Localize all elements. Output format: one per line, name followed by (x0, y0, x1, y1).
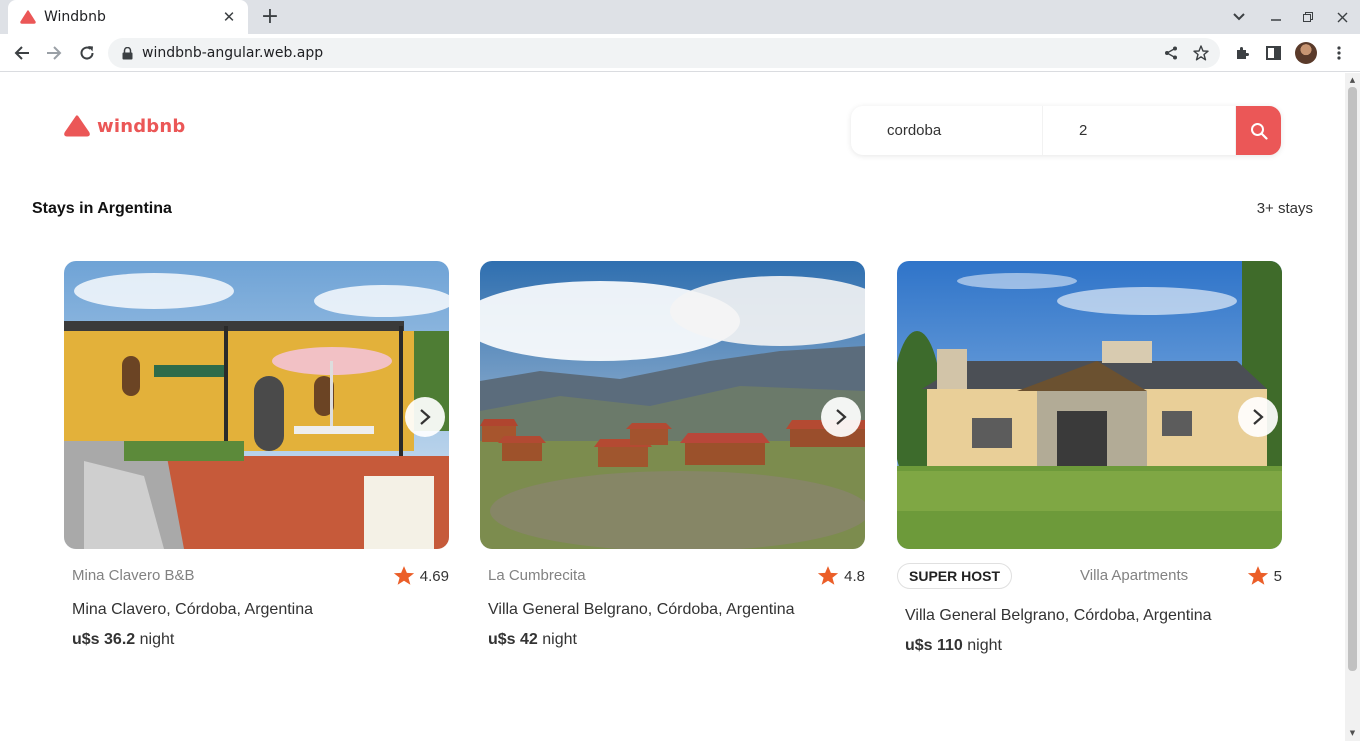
chevron-right-icon (836, 409, 847, 425)
logo-icon (64, 115, 90, 137)
stay-address: Mina Clavero, Córdoba, Argentina (72, 601, 314, 618)
stay-name: Villa Apartments (1080, 567, 1189, 584)
price-unit: night (542, 631, 577, 648)
stay-name: La Cumbrecita (488, 567, 586, 584)
minimize-icon[interactable] (1265, 6, 1287, 28)
search-bar: cordoba 2 (851, 106, 1281, 155)
stay-photo[interactable] (897, 261, 1282, 549)
new-tab-icon[interactable]: + (258, 5, 282, 29)
windbnb-favicon-icon (20, 9, 36, 25)
star-icon (393, 566, 414, 585)
stay-rating: 4.8 (817, 565, 865, 587)
star-icon (1247, 566, 1268, 585)
search-button[interactable] (1236, 106, 1281, 155)
browser-toolbar: windbnb-angular.web.app (0, 34, 1360, 72)
close-window-icon[interactable] (1331, 6, 1353, 28)
price-value: u$s 42 (488, 631, 538, 648)
reload-icon[interactable] (75, 41, 99, 65)
page: windbnb cordoba 2 Stays in Argentina 3+ … (0, 73, 1345, 741)
stay-photo-image (64, 261, 449, 549)
logo-text: windbnb (97, 115, 186, 137)
menu-kebab-icon[interactable] (1328, 42, 1350, 64)
restore-icon[interactable] (1297, 6, 1319, 28)
chevron-right-icon (420, 409, 431, 425)
bookmark-star-icon[interactable] (1190, 42, 1212, 64)
forward-icon[interactable] (42, 41, 66, 65)
next-photo-button[interactable] (405, 397, 445, 437)
rating-value: 4.69 (419, 567, 449, 585)
stays-count: 3+ stays (1256, 200, 1313, 217)
scrollbar-thumb[interactable] (1348, 87, 1357, 671)
share-icon[interactable] (1160, 42, 1182, 64)
next-photo-button[interactable] (1238, 397, 1278, 437)
stay-meta: SUPER HOST Villa Apartments 5 (897, 563, 1282, 593)
search-icon (1250, 122, 1268, 140)
price-value: u$s 110 (905, 637, 963, 654)
scroll-up-icon[interactable]: ▲ (1348, 76, 1357, 84)
address-bar[interactable]: windbnb-angular.web.app (108, 38, 1220, 68)
back-icon[interactable] (10, 41, 34, 65)
tab-title: Windbnb (44, 9, 106, 25)
price-value: u$s 36.2 (72, 631, 136, 648)
browser-tab-strip: Windbnb ✕ + (0, 0, 1360, 34)
extensions-icon[interactable] (1231, 42, 1253, 64)
superhost-badge: SUPER HOST (897, 563, 1013, 589)
star-icon (818, 566, 839, 585)
stay-meta: Mina Clavero B&B 4.69 (64, 563, 449, 593)
location-input[interactable]: cordoba (851, 106, 1043, 155)
stay-card[interactable]: SUPER HOST Villa Apartments 5 Villa Gene… (897, 261, 1282, 655)
stay-card[interactable]: La Cumbrecita 4.8 Villa General Belgrano… (480, 261, 865, 649)
chevron-right-icon (1253, 409, 1264, 425)
price-unit: night (967, 637, 1002, 654)
stay-photo[interactable] (64, 261, 449, 549)
side-panel-icon[interactable] (1262, 42, 1284, 64)
stay-price: u$s 42 night (480, 631, 865, 649)
stay-card[interactable]: Mina Clavero B&B 4.69 Mina Clavero, Córd… (64, 261, 449, 649)
section-title: Stays in Argentina (32, 200, 172, 217)
browser-tab[interactable]: Windbnb ✕ (8, 0, 248, 34)
url-text: windbnb-angular.web.app (142, 45, 324, 61)
stay-rating: 5 (1247, 565, 1282, 587)
scroll-down-icon[interactable]: ▼ (1348, 729, 1357, 737)
stay-photo-image (897, 261, 1282, 549)
guests-input[interactable]: 2 (1043, 106, 1236, 155)
stay-price: u$s 36.2 night (64, 631, 449, 649)
stay-address: Villa General Belgrano, Córdoba, Argenti… (905, 607, 1212, 624)
stay-photo-image (480, 261, 865, 549)
tab-search-icon[interactable] (1228, 6, 1250, 28)
stay-meta: La Cumbrecita 4.8 (480, 563, 865, 593)
page-scrollbar[interactable]: ▲ ▼ (1345, 73, 1360, 741)
stay-name: Mina Clavero B&B (72, 567, 195, 584)
lock-icon (120, 46, 134, 60)
rating-value: 4.8 (844, 567, 865, 585)
stay-price: u$s 110 night (897, 637, 1282, 655)
tab-close-icon[interactable]: ✕ (220, 8, 238, 26)
next-photo-button[interactable] (821, 397, 861, 437)
logo[interactable]: windbnb (64, 115, 185, 137)
stay-photo[interactable] (480, 261, 865, 549)
stay-rating: 4.69 (393, 565, 449, 587)
profile-avatar[interactable] (1295, 42, 1317, 64)
price-unit: night (139, 631, 175, 648)
rating-value: 5 (1273, 567, 1282, 585)
stay-address: Villa General Belgrano, Córdoba, Argenti… (488, 601, 795, 618)
